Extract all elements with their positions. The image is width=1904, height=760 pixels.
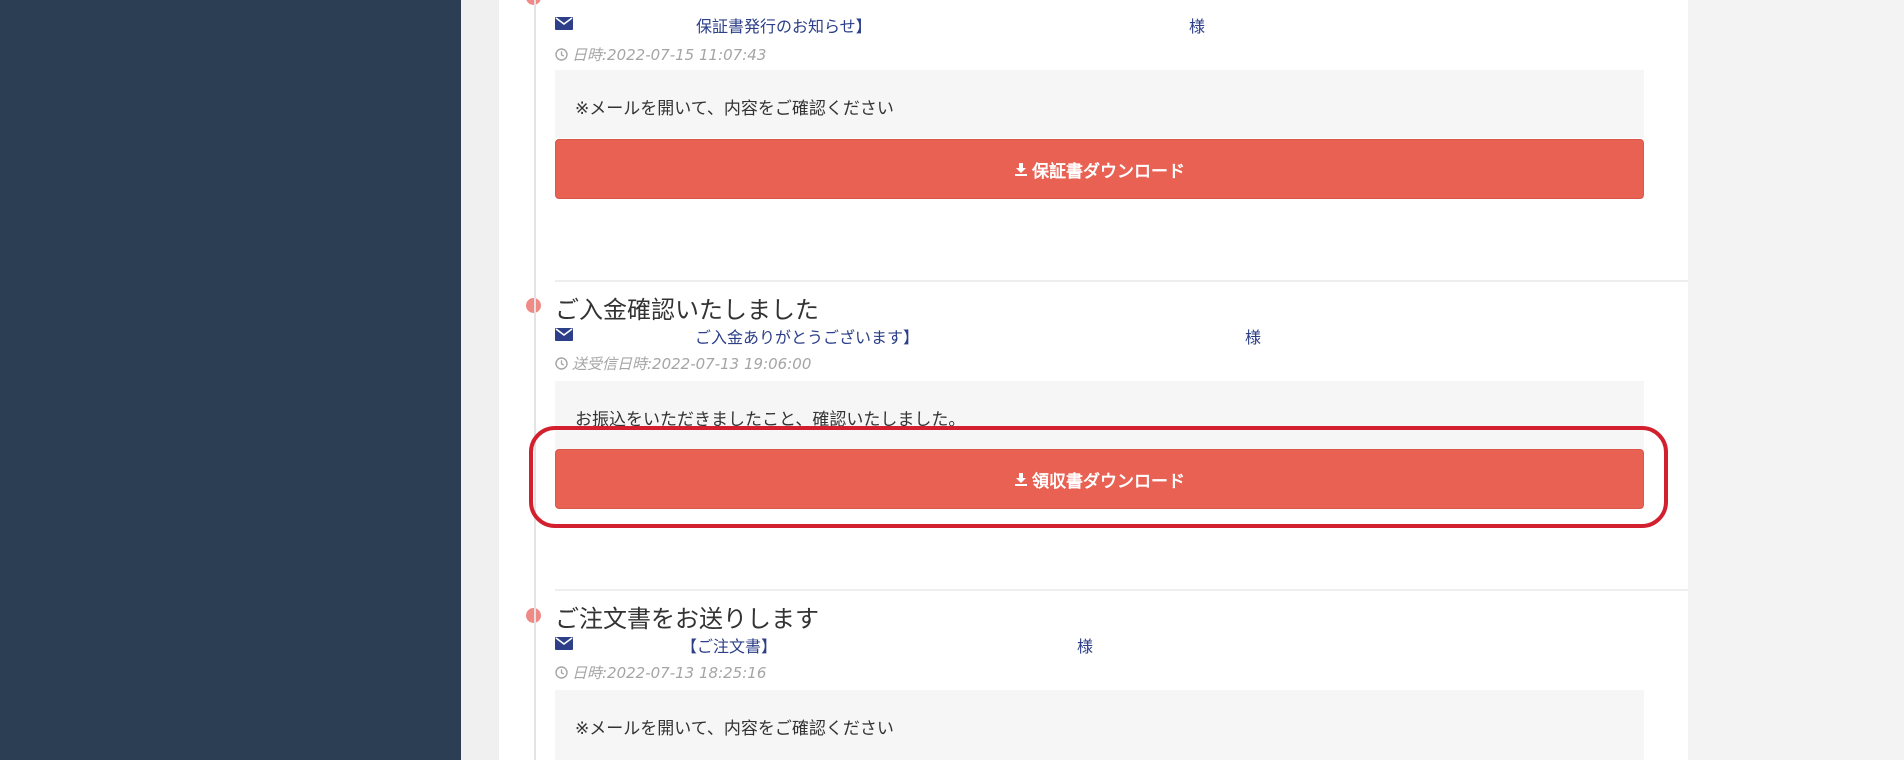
button-label: 領収書ダウンロード — [1032, 471, 1185, 491]
message-text: ※メールを開いて、内容をご確認ください — [575, 719, 894, 739]
entry-title: ご注文書をお送りします — [555, 605, 819, 633]
email-subject-link[interactable]: 保証書発行のお知らせ】 — [696, 13, 872, 37]
email-subject-link[interactable]: ご入金ありがとうございます】 — [695, 324, 919, 348]
email-subject-link[interactable]: 【ご注文書】 — [681, 633, 777, 657]
download-icon — [1015, 163, 1027, 176]
clock-icon — [555, 48, 568, 61]
sent-datetime: 日時:2022-07-15 11:07:43 — [572, 46, 767, 64]
timeline-line — [534, 0, 536, 760]
clock-icon — [555, 666, 568, 679]
entry-separator — [555, 589, 1688, 591]
entry-separator — [555, 280, 1688, 282]
message-text: ※メールを開いて、内容をご確認ください — [575, 99, 894, 119]
sent-datetime: 送受信日時:2022-07-13 19:06:00 — [572, 355, 812, 373]
message-box: お振込をいただきましたこと、確認いたしました。 — [555, 381, 1644, 449]
message-text: お振込をいただきましたこと、確認いたしました。 — [575, 410, 966, 430]
envelope-icon — [555, 637, 573, 650]
entry-title: ご入金確認いたしました — [555, 296, 819, 324]
sent-datetime: 日時:2022-07-13 18:25:16 — [572, 664, 767, 682]
envelope-icon — [555, 17, 573, 30]
download-icon — [1015, 473, 1027, 486]
message-box: ※メールを開いて、内容をご確認ください — [555, 690, 1644, 760]
envelope-icon — [555, 328, 573, 341]
timeline-panel: 保証書発行のお知らせ】 様 日時:2022-07-15 11:07:43 ※メー… — [499, 0, 1688, 760]
sidebar — [0, 0, 461, 760]
recipient-suffix: 様 — [1245, 328, 1262, 347]
receipt-download-button[interactable]: 領収書ダウンロード — [555, 449, 1644, 509]
right-gutter — [1688, 0, 1904, 760]
recipient-suffix: 様 — [1077, 637, 1094, 656]
button-label: 保証書ダウンロード — [1032, 161, 1185, 181]
clock-icon — [555, 357, 568, 370]
warranty-download-button[interactable]: 保証書ダウンロード — [555, 139, 1644, 199]
recipient-suffix: 様 — [1189, 17, 1206, 36]
left-gutter — [461, 0, 499, 760]
message-box: ※メールを開いて、内容をご確認ください — [555, 70, 1644, 138]
